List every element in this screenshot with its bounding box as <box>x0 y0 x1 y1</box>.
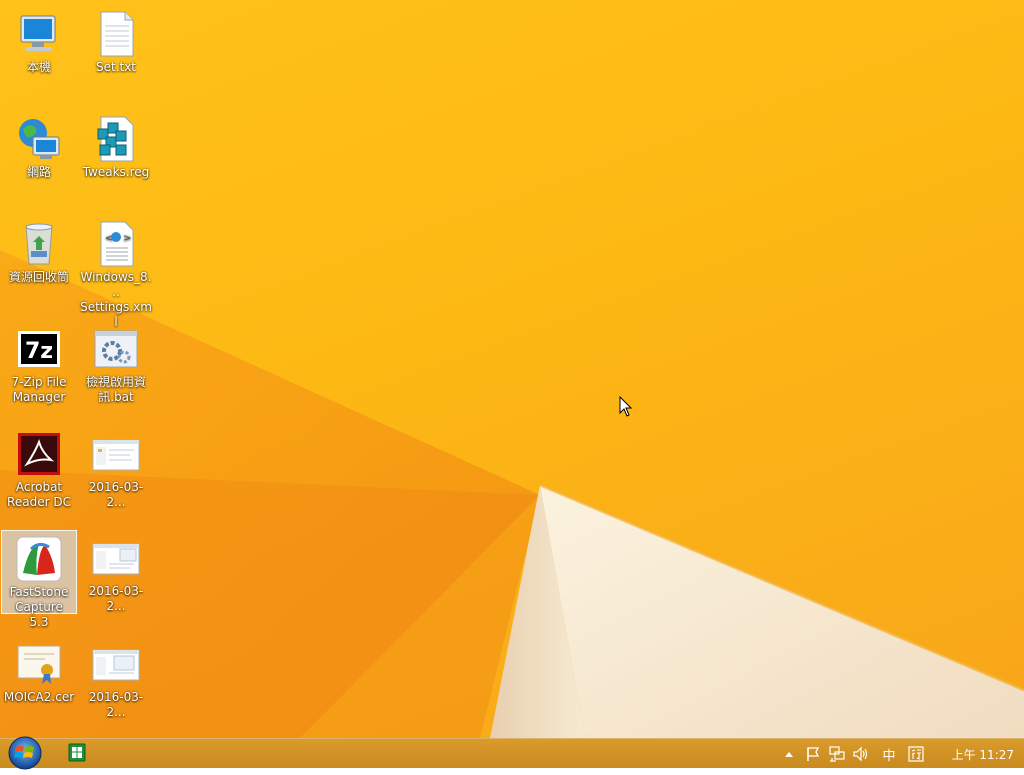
desktop-icon-label: 2016-03-2... <box>88 480 144 509</box>
show-hidden-icons-button[interactable] <box>781 739 797 769</box>
ime-language-button[interactable]: 中 <box>878 739 900 769</box>
computer-icon <box>15 10 63 58</box>
desktop-icon-label: 7-Zip File Manager <box>11 375 67 404</box>
network-status-button[interactable] <box>826 739 848 769</box>
ime-mode-button[interactable] <box>905 739 927 769</box>
desktop-icon-label: 網路 <box>26 165 51 179</box>
desktop-icon-recycle-bin[interactable]: 資源回收筒 <box>1 216 77 285</box>
spreadsheet-app-icon <box>68 743 86 762</box>
text-file-icon <box>92 10 140 58</box>
desktop-icon-network[interactable]: 網路 <box>1 111 77 180</box>
flag-icon <box>807 747 820 761</box>
wired-network-icon <box>829 746 845 762</box>
desktop-icon-moica2-cer[interactable]: MOICA2.cer <box>1 636 77 705</box>
svg-text:>: > <box>123 233 131 244</box>
network-icon <box>15 115 63 163</box>
desktop-icon-screenshot-2[interactable]: 2016-03-2... <box>78 530 154 614</box>
svg-text:7z: 7z <box>25 339 53 364</box>
mouse-cursor-icon <box>619 396 633 417</box>
action-center-button[interactable] <box>803 739 823 769</box>
taskbar: 中 上午 11:27 <box>0 735 1024 771</box>
speaker-icon <box>853 746 868 762</box>
desktop-icon-screenshot-1[interactable]: 2016-03-2... <box>78 426 154 510</box>
desktop[interactable]: 本機 網路 資源回收筒 7z 7-Zip File Manager Acroba… <box>0 0 1024 738</box>
desktop-icon-label: 本機 <box>26 60 51 74</box>
desktop-icon-set-txt[interactable]: Set.txt <box>78 6 154 75</box>
desktop-icon-label: 2016-03-2... <box>88 690 144 719</box>
desktop-icon-label: 2016-03-2... <box>88 584 144 613</box>
desktop-icon-label: Set.txt <box>95 60 137 74</box>
batch-file-icon <box>92 325 140 373</box>
registry-file-icon <box>92 115 140 163</box>
desktop-icon-screenshot-3[interactable]: 2016-03-2... <box>78 636 154 720</box>
start-button[interactable] <box>6 735 44 771</box>
certificate-icon <box>15 640 63 688</box>
recycle-bin-icon <box>15 220 63 268</box>
desktop-icon-acrobat-reader[interactable]: Acrobat Reader DC <box>1 426 77 510</box>
image-file-icon <box>92 430 140 478</box>
taskbar-app-button[interactable] <box>64 741 90 765</box>
xml-file-icon: < > <box>92 220 140 268</box>
clock[interactable]: 上午 11:27 <box>952 739 1014 769</box>
clock-time: 上午 11:27 <box>951 747 1014 762</box>
desktop-icon-windows8-settings-xml[interactable]: < > Windows_8... Settings.xml <box>78 216 154 330</box>
desktop-icon-label: FastStone Capture 5.3 <box>9 585 69 629</box>
desktop-icon-label: Tweaks.reg <box>82 165 150 179</box>
desktop-icon-activation-bat[interactable]: 檢視啟用資 訊.bat <box>78 321 154 405</box>
desktop-icon-tweaks-reg[interactable]: Tweaks.reg <box>78 111 154 180</box>
faststone-icon <box>15 535 63 583</box>
windows-logo-icon <box>8 736 42 770</box>
desktop-icon-7zip[interactable]: 7z 7-Zip File Manager <box>1 321 77 405</box>
desktop-icon-label: 資源回收筒 <box>8 270 69 284</box>
desktop-icon-label: 檢視啟用資 訊.bat <box>85 375 146 404</box>
image-file-icon <box>92 534 140 582</box>
desktop-icon-label: MOICA2.cer <box>3 690 75 704</box>
image-file-icon <box>92 640 140 688</box>
ime-mode-icon <box>908 746 924 762</box>
desktop-icon-faststone-capture[interactable]: FastStone Capture 5.3 <box>1 530 77 629</box>
ime-label: 中 <box>882 748 896 764</box>
volume-button[interactable] <box>850 739 872 769</box>
desktop-icon-label: Acrobat Reader DC <box>7 480 71 509</box>
chevron-up-icon <box>785 752 793 757</box>
acrobat-icon <box>15 430 63 478</box>
7zip-icon: 7z <box>15 325 63 373</box>
desktop-icon-this-pc[interactable]: 本機 <box>1 6 77 75</box>
